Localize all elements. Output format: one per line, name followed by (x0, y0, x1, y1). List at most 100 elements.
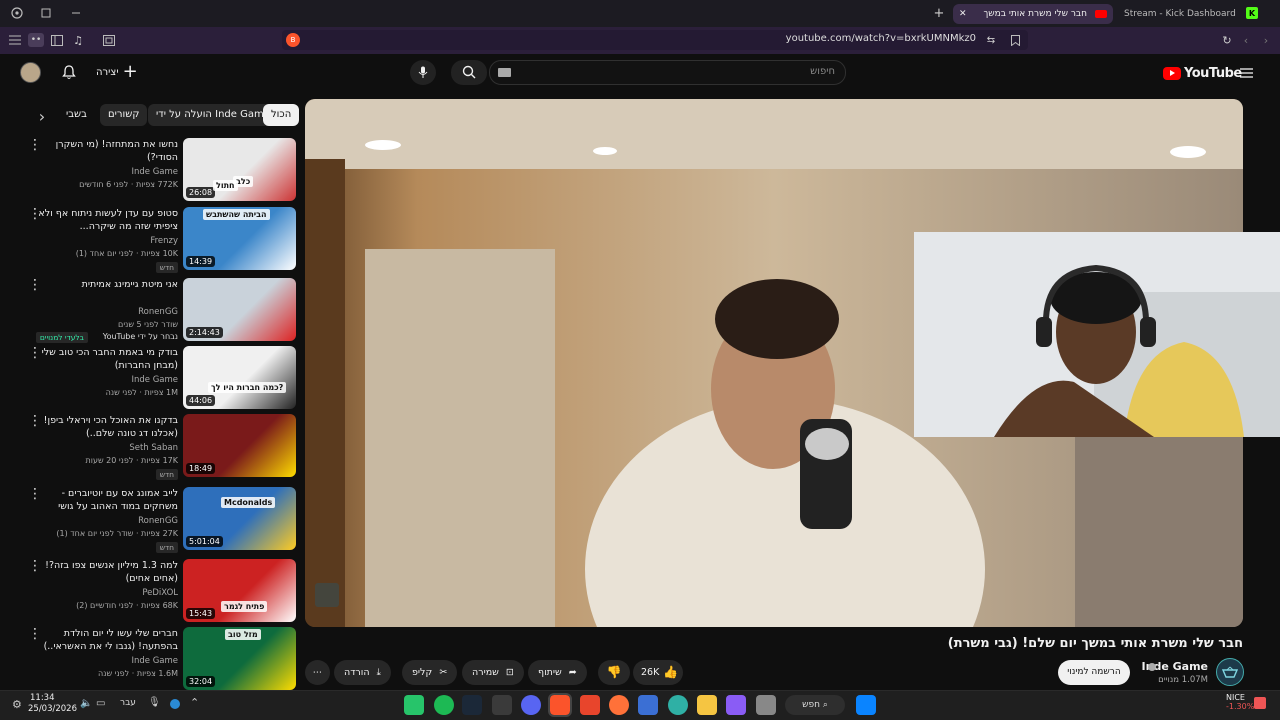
video-channel-name[interactable]: Inde Game (131, 656, 178, 666)
weather-icon[interactable]: ⚙ (12, 698, 24, 711)
video-title-link[interactable]: בדקנו את האוכל הכי ויראלי ביפן! (אכלנו ד… (38, 414, 178, 440)
guide-menu-icon[interactable] (1238, 65, 1254, 81)
site-settings-icon[interactable]: ⇆ (984, 33, 998, 47)
search-button[interactable] (451, 60, 487, 85)
video-channel-name[interactable]: Inde Game (131, 375, 178, 385)
taskbar-app-icon[interactable] (404, 695, 424, 715)
video-title-link[interactable]: לייב אמונג אס עם יוטיוברים - משחקים במוד… (38, 487, 178, 513)
more-options-icon[interactable]: ⋮ (28, 487, 42, 501)
video-channel-name[interactable]: Inde Game (131, 167, 178, 177)
chips-scroll-left-icon[interactable]: › (35, 107, 49, 126)
video-title-link[interactable]: סטופ עם עדן לעשות ניתוח אף ולא ציפיתי שז… (38, 207, 178, 233)
taskbar-app-icon-2[interactable] (492, 695, 512, 715)
voice-search-button[interactable] (410, 60, 436, 85)
more-options-icon[interactable]: ⋮ (28, 559, 42, 573)
close-tab-icon[interactable]: ✕ (959, 4, 967, 24)
forward-icon[interactable]: › (1260, 33, 1272, 47)
notifications-bell-icon[interactable] (60, 63, 78, 81)
screenshot-icon[interactable] (102, 33, 116, 47)
more-actions-button[interactable]: ⋯ (305, 660, 330, 685)
video-title-link[interactable]: בודק מי באמת החבר הכי טוב שלי (מבחן החבר… (38, 346, 178, 372)
video-title-link[interactable]: חברים שלי עשו לי יום הולדת בהפתעה! (גנבו… (38, 627, 178, 653)
store-icon[interactable] (638, 695, 658, 715)
mic-tray-icon[interactable]: 🎙 (148, 697, 161, 708)
menu-icon[interactable] (8, 33, 22, 47)
video-channel-name[interactable]: RonenGG (138, 307, 178, 317)
tray-overflow-icon[interactable]: ⌃ (190, 696, 199, 709)
more-options-icon[interactable]: ⋮ (28, 627, 42, 641)
chip-related[interactable]: קשורים (100, 104, 148, 126)
download-button[interactable]: הורדה ⤓ (334, 660, 391, 685)
share-button[interactable]: שיתוף ➦ (528, 660, 587, 685)
more-options-icon[interactable]: ⋮ (28, 207, 42, 221)
video-channel-name[interactable]: PeDiXOL (142, 588, 178, 598)
video-thumbnail[interactable]: 2:14:43 (183, 278, 296, 341)
keyboard-icon[interactable] (498, 68, 511, 77)
sidebar-video-item[interactable]: 15:43 פתיח לגמר למה 1.3 מיליון אנשים צפו ב… (20, 559, 296, 625)
volume-icon[interactable]: 🔈 (80, 698, 92, 709)
sidebar-video-item[interactable]: 5:01:04 Mcdonalds לייב אמונג אס עם יוטיובר… (20, 487, 296, 553)
discord-icon[interactable] (521, 695, 541, 715)
spotify-icon[interactable] (434, 695, 454, 715)
video-thumbnail[interactable]: 15:43 פתיח לגמר (183, 559, 296, 622)
video-thumbnail[interactable]: 26:08 כלב חתול (183, 138, 296, 201)
video-title-link[interactable]: נחשו את המתחזה! (מי השקרן הסודי?) (38, 138, 178, 164)
video-channel-name[interactable]: Seth Saban (129, 443, 178, 453)
video-thumbnail[interactable]: 14:39 הביתה שהשתבש (183, 207, 296, 270)
video-thumbnail[interactable]: 5:01:04 Mcdonalds (183, 487, 296, 550)
brave-settings-icon[interactable] (10, 6, 24, 20)
tabs-icon[interactable]: •• (28, 33, 44, 47)
chip-all[interactable]: הכול (263, 104, 300, 126)
more-options-icon[interactable]: ⋮ (28, 278, 42, 292)
start-button[interactable] (856, 695, 876, 715)
taskbar-search[interactable]: חפש ⌕ (785, 695, 845, 715)
brave-taskbar-icon[interactable] (548, 693, 572, 717)
music-icon[interactable]: ♫ (71, 33, 85, 47)
steam-icon[interactable] (462, 695, 482, 715)
network-icon[interactable]: ▭ (96, 698, 105, 709)
sidebar-icon[interactable] (50, 33, 64, 47)
copilot-icon[interactable] (726, 695, 746, 715)
clock-time[interactable]: 11:34 (30, 693, 55, 703)
brave-shield-icon[interactable]: ↻ (1220, 33, 1234, 47)
more-options-icon[interactable]: ⋮ (28, 414, 42, 428)
youtube-logo[interactable]: YouTube (1163, 64, 1242, 82)
video-channel-name[interactable]: Frenzy (150, 236, 178, 246)
video-title-link[interactable]: למה 1.3 מיליון אנשים צפו בזה?! (אחים אחי… (38, 559, 178, 585)
chip-partial[interactable]: בשבי (58, 104, 90, 126)
stock-widget[interactable]: NICE -1.30% (1226, 693, 1254, 711)
subscribe-button[interactable]: הרשמה למינוי (1058, 660, 1130, 685)
clip-button[interactable]: קליפ ✂ (402, 660, 458, 685)
sidebar-video-item[interactable]: 44:06 כמה חברות היו לך? בודק מי באמת החבר … (20, 346, 296, 412)
sidebar-video-item[interactable]: 2:14:43 אני מיטת גיימינג אמיתית RonenGG שוד… (20, 278, 296, 344)
restore-window-icon[interactable] (40, 7, 52, 19)
tab-youtube[interactable]: ✕ חבר שלי משרת אותי במשך (953, 4, 1113, 24)
chip-uploaded-by[interactable]: הועלה על ידי Inde Game (148, 104, 278, 126)
video-thumbnail[interactable]: 18:49 (183, 414, 296, 477)
save-button[interactable]: שמירה ⊡ (462, 660, 524, 685)
sidebar-video-item[interactable]: 26:08 כלב חתול נחשו את המתחזה! (מי השקרן הס… (20, 138, 296, 204)
avatar[interactable] (20, 62, 41, 83)
language-indicator[interactable]: עבר (120, 698, 136, 708)
new-tab-button[interactable]: + (932, 6, 946, 21)
create-button[interactable]: יצירה + (96, 62, 138, 82)
channel-avatar[interactable] (1216, 658, 1244, 686)
video-thumbnail[interactable]: 32:04 מזל טוב (183, 627, 296, 690)
sidebar-video-item[interactable]: 18:49 בדקנו את האוכל הכי ויראלי ביפן! (אכ… (20, 414, 296, 480)
brave-lion-icon[interactable]: B (286, 33, 300, 47)
sidebar-video-item[interactable]: 14:39 הביתה שהשתבש סטופ עם עדן לעשות ניתוח… (20, 207, 296, 273)
clock-date[interactable]: 25/03/2026 (28, 704, 77, 714)
video-thumbnail[interactable]: 44:06 כמה חברות היו לך? (183, 346, 296, 409)
file-explorer-icon[interactable] (697, 695, 717, 715)
search-input[interactable]: חיפוש (489, 60, 846, 85)
address-bar[interactable]: B youtube.com/watch?v=bxrkUMNMkz0 ⇆ (282, 30, 1028, 50)
back-icon[interactable]: ‹ (1240, 33, 1252, 47)
video-title-link[interactable]: אני מיטת גיימינג אמיתית (38, 278, 178, 291)
minimize-window-icon[interactable] (70, 7, 82, 19)
more-options-icon[interactable]: ⋮ (28, 346, 42, 360)
firefox-icon[interactable] (609, 695, 629, 715)
task-view-icon[interactable] (756, 695, 776, 715)
edge-icon[interactable] (668, 695, 688, 715)
video-channel-name[interactable]: RonenGG (138, 516, 178, 526)
dislike-button[interactable]: 👎 (598, 660, 630, 685)
